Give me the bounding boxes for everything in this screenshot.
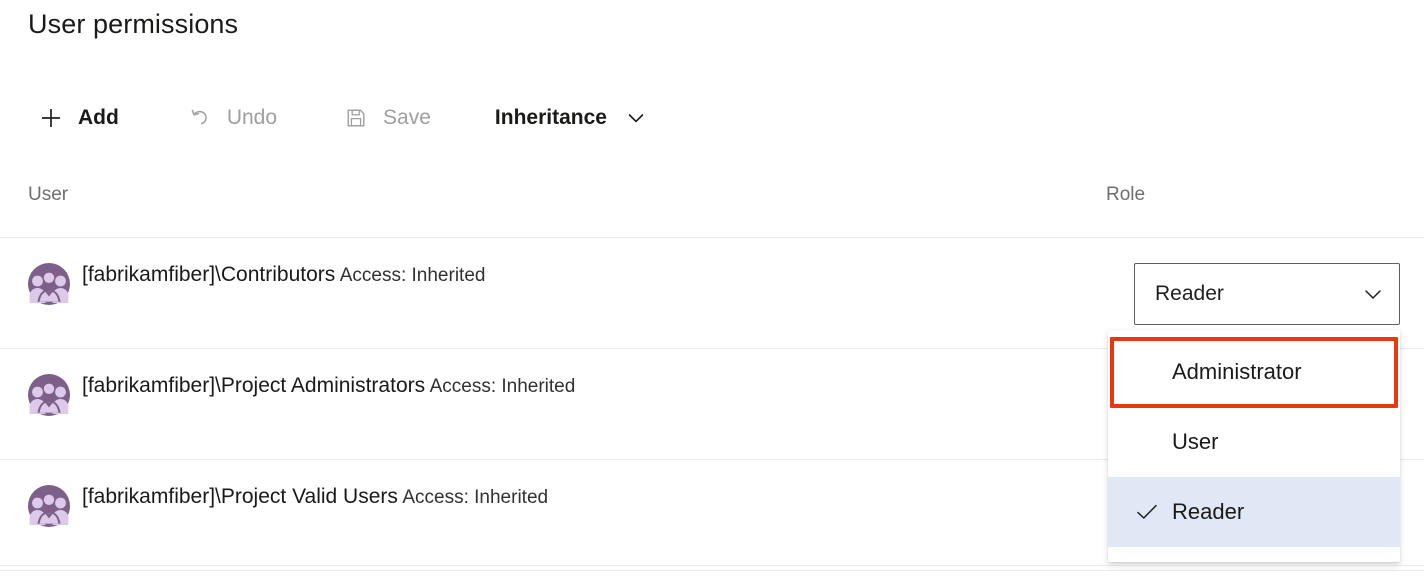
page-title: User permissions (28, 9, 239, 39)
role-option-label: Reader (1172, 499, 1245, 524)
add-button[interactable]: Add (28, 96, 133, 140)
role-option-label: Administrator (1172, 359, 1302, 384)
checkmark-icon (1134, 499, 1172, 525)
save-button[interactable]: Save (331, 96, 445, 140)
user-name: [fabrikamfiber]\Project Administrators (82, 374, 426, 397)
role-option-reader[interactable]: Reader (1108, 477, 1400, 547)
table-header-row: User Role (0, 170, 1424, 238)
role-option-administrator[interactable]: Administrator (1108, 337, 1400, 407)
group-avatar-icon (28, 374, 70, 416)
save-button-label: Save (383, 106, 431, 129)
undo-icon (189, 107, 211, 129)
undo-button-label: Undo (226, 106, 278, 129)
save-floppy-icon (345, 107, 367, 129)
table-bottom-divider (0, 565, 1424, 566)
role-dropdown-value: Reader (1155, 282, 1224, 305)
row-identity: [fabrikamfiber]\Contributors Access: Inh… (28, 261, 485, 305)
inheritance-menu-button[interactable]: Inheritance (491, 96, 661, 140)
plus-icon (40, 107, 62, 129)
user-access: Access: Inherited (429, 376, 576, 397)
column-header-role: Role (1106, 184, 1146, 205)
group-avatar-icon (28, 485, 70, 527)
user-name: [fabrikamfiber]\Contributors (82, 263, 336, 286)
undo-button[interactable]: Undo (175, 96, 291, 140)
role-option-user[interactable]: User (1108, 407, 1400, 477)
chevron-down-icon (625, 107, 647, 129)
identity-text: [fabrikamfiber]\Project Administrators A… (82, 372, 575, 400)
role-dropdown-menu: Administrator User Reader (1108, 330, 1400, 562)
identity-text: [fabrikamfiber]\Project Valid Users Acce… (82, 483, 548, 511)
user-access: Access: Inherited (339, 265, 486, 286)
chevron-down-icon (1361, 282, 1385, 306)
user-name: [fabrikamfiber]\Project Valid Users (82, 485, 398, 508)
row-identity: [fabrikamfiber]\Project Valid Users Acce… (28, 483, 548, 527)
user-access: Access: Inherited (402, 487, 549, 508)
role-option-label: User (1172, 429, 1219, 454)
row-identity: [fabrikamfiber]\Project Administrators A… (28, 372, 575, 416)
group-avatar-icon (28, 263, 70, 305)
command-bar: Add Undo Save Inheritance (28, 96, 683, 140)
identity-text: [fabrikamfiber]\Contributors Access: Inh… (82, 261, 485, 289)
add-button-label: Add (78, 106, 119, 129)
role-dropdown-combobox[interactable]: Reader (1134, 263, 1400, 325)
inheritance-menu-label: Inheritance (494, 106, 607, 129)
column-header-user: User (28, 184, 69, 205)
